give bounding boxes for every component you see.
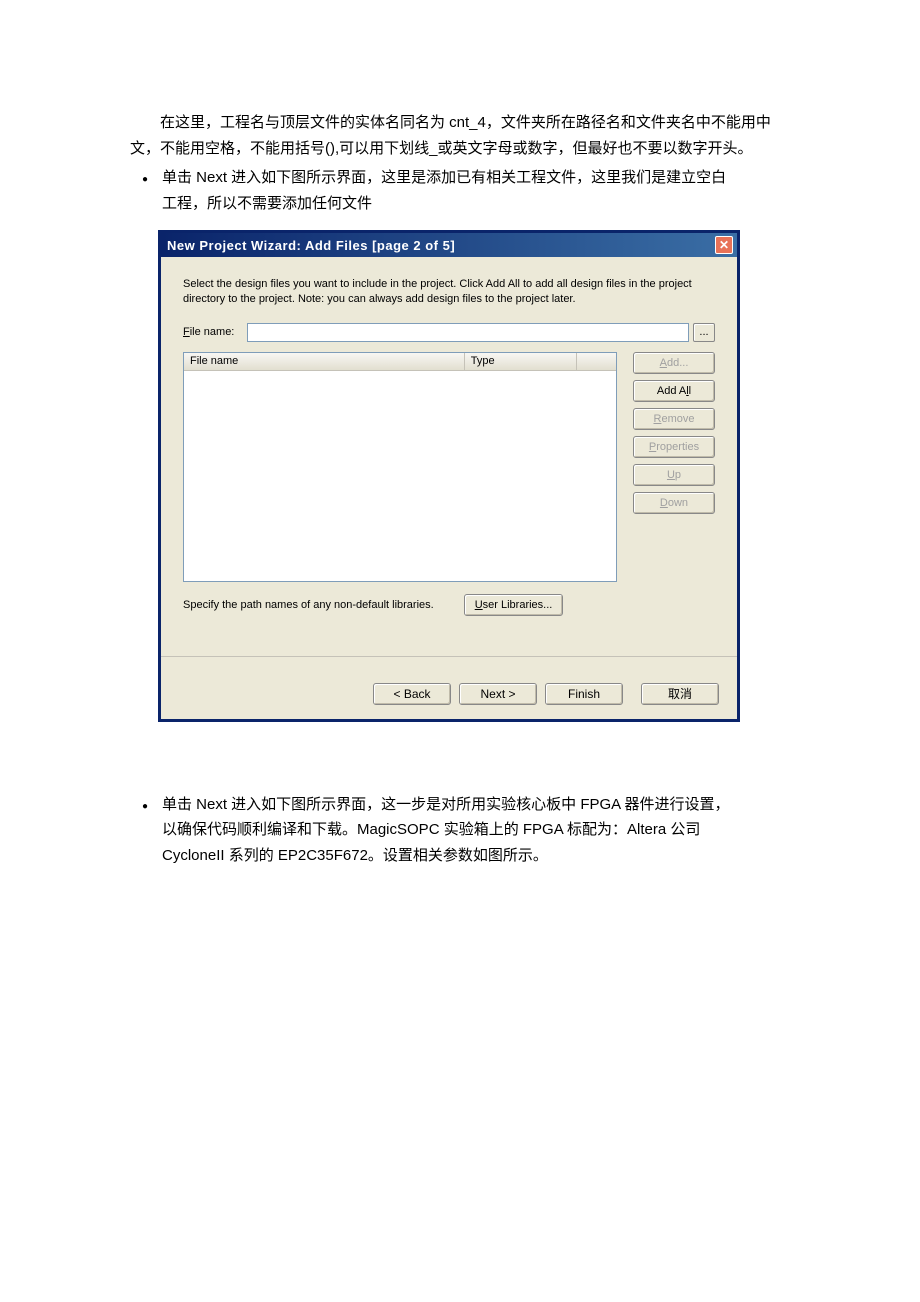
remove-button[interactable]: Remove (633, 408, 715, 430)
down-button[interactable]: Down (633, 492, 715, 514)
bullet-list-bottom: 单击 Next 进入如下图所示界面，这一步是对所用实验核心板中 FPGA 器件进… (158, 792, 800, 869)
col-filename[interactable]: File name (184, 353, 465, 370)
filename-input[interactable] (247, 323, 689, 342)
cancel-button[interactable]: 取消 (641, 683, 719, 705)
libraries-label: Specify the path names of any non-defaul… (183, 599, 434, 611)
bullet-list-top: 单击 Next 进入如下图所示界面，这里是添加已有相关工程文件，这里我们是建立空… (158, 165, 800, 216)
intro-paragraph: 在这里，工程名与顶层文件的实体名同名为 cnt_4，文件夹所在路径名和文件夹名中… (130, 110, 800, 161)
add-button[interactable]: Add... (633, 352, 715, 374)
file-table[interactable]: File name Type (183, 352, 617, 582)
titlebar: New Project Wizard: Add Files [page 2 of… (161, 233, 737, 257)
filename-label: File name: (183, 326, 247, 338)
bullet-1-line1: 单击 Next 进入如下图所示界面，这里是添加已有相关工程文件，这里我们是建立空… (162, 165, 800, 191)
bullet-item-1: 单击 Next 进入如下图所示界面，这里是添加已有相关工程文件，这里我们是建立空… (158, 165, 800, 216)
lower-text: 单击 Next 进入如下图所示界面，这一步是对所用实验核心板中 FPGA 器件进… (130, 792, 800, 869)
main-row: File name Type Add... Add All Remove Pro… (183, 352, 715, 582)
finish-button[interactable]: Finish (545, 683, 623, 705)
user-libraries-button[interactable]: User Libraries... (464, 594, 564, 616)
filename-row: File name: ... (183, 323, 715, 342)
new-project-wizard-dialog: New Project Wizard: Add Files [page 2 of… (158, 230, 740, 722)
side-buttons: Add... Add All Remove Properties Up Down (633, 352, 715, 582)
instruction-text: Select the design files you want to incl… (183, 277, 715, 307)
separator (161, 656, 737, 657)
up-button[interactable]: Up (633, 464, 715, 486)
next-button[interactable]: Next > (459, 683, 537, 705)
close-icon[interactable]: ✕ (715, 236, 733, 254)
table-header: File name Type (184, 353, 616, 371)
col-extra[interactable] (577, 353, 616, 370)
bullet-2-line2: 以确保代码顺利编译和下载。MagicSOPC 实验箱上的 FPGA 标配为：Al… (162, 817, 800, 843)
back-button[interactable]: < Back (373, 683, 451, 705)
col-type[interactable]: Type (465, 353, 577, 370)
dialog-footer: < Back Next > Finish 取消 (161, 671, 737, 719)
bullet-2-line1: 单击 Next 进入如下图所示界面，这一步是对所用实验核心板中 FPGA 器件进… (162, 792, 800, 818)
browse-button[interactable]: ... (693, 323, 715, 342)
add-all-button[interactable]: Add All (633, 380, 715, 402)
bullet-item-2: 单击 Next 进入如下图所示界面，这一步是对所用实验核心板中 FPGA 器件进… (158, 792, 800, 869)
dialog-screenshot: New Project Wizard: Add Files [page 2 of… (158, 230, 800, 722)
dialog-body: Select the design files you want to incl… (161, 257, 737, 671)
bullet-1-line2: 工程，所以不需要添加任何文件 (162, 191, 800, 217)
properties-button[interactable]: Properties (633, 436, 715, 458)
bullet-2-line3: CycloneII 系列的 EP2C35F672。设置相关参数如图所示。 (162, 843, 800, 869)
libraries-row: Specify the path names of any non-defaul… (183, 594, 715, 616)
titlebar-text: New Project Wizard: Add Files [page 2 of… (167, 238, 455, 253)
